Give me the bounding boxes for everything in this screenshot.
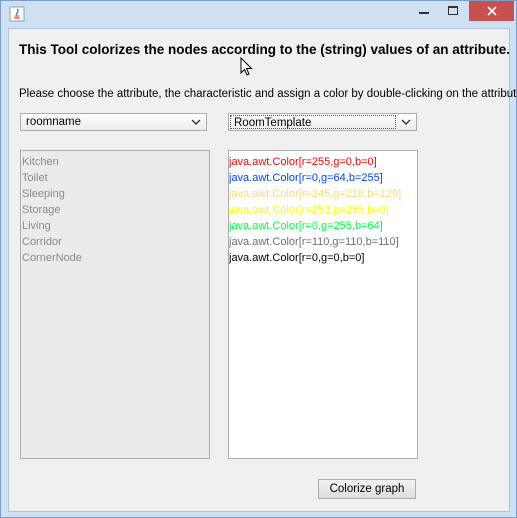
chevron-down-icon bbox=[401, 119, 411, 125]
colorize-graph-button[interactable]: Colorize graph bbox=[318, 479, 416, 499]
close-icon bbox=[486, 6, 497, 16]
app-window: This Tool colorizes the nodes according … bbox=[0, 0, 517, 518]
color-list-item[interactable]: java.awt.Color[r=255,g=0,b=0] bbox=[229, 154, 417, 170]
instruction-text: Please choose the attribute, the charact… bbox=[19, 88, 517, 100]
list-item[interactable]: Storage bbox=[21, 202, 209, 218]
chevron-down-icon bbox=[191, 119, 201, 125]
color-list-item[interactable]: java.awt.Color[r=110,g=110,b=110] bbox=[229, 234, 417, 250]
java-icon bbox=[9, 6, 25, 22]
dialog-content: This Tool colorizes the nodes according … bbox=[8, 28, 517, 512]
dialog-heading: This Tool colorizes the nodes according … bbox=[19, 42, 511, 57]
maximize-icon bbox=[447, 6, 458, 15]
title-bar[interactable] bbox=[1, 1, 516, 27]
list-item[interactable]: Living bbox=[21, 218, 209, 234]
minimize-icon bbox=[418, 12, 429, 14]
list-item[interactable]: Toilet bbox=[21, 170, 209, 186]
color-list-item[interactable]: java.awt.Color[r=0,g=255,b=64] bbox=[229, 218, 417, 234]
color-list-item[interactable]: java.awt.Color[r=253,g=255,b=0] bbox=[229, 202, 417, 218]
maximize-button[interactable] bbox=[439, 1, 466, 21]
attribute-values-list[interactable]: Kitchen Toilet Sleeping Storage Living C… bbox=[20, 150, 210, 459]
list-item[interactable]: Corridor bbox=[21, 234, 209, 250]
attribute-dropdown-value: roomname bbox=[26, 116, 81, 128]
list-item[interactable]: Sleeping bbox=[21, 186, 209, 202]
minimize-button[interactable] bbox=[410, 1, 437, 21]
list-item[interactable]: CornerNode bbox=[21, 250, 209, 266]
attribute-dropdown[interactable]: roomname bbox=[20, 113, 207, 131]
color-list-item[interactable]: java.awt.Color[r=0,g=0,b=0] bbox=[229, 250, 417, 266]
color-list-item[interactable]: java.awt.Color[r=245,g=218,b=129] bbox=[229, 186, 417, 202]
mouse-cursor-icon bbox=[240, 57, 253, 76]
color-assignment-list[interactable]: java.awt.Color[r=255,g=0,b=0] java.awt.C… bbox=[228, 150, 418, 459]
list-item[interactable]: Kitchen bbox=[21, 154, 209, 170]
close-button[interactable] bbox=[469, 1, 514, 21]
color-list-item[interactable]: java.awt.Color[r=0,g=64,b=255] bbox=[229, 170, 417, 186]
characteristic-dropdown-value: RoomTemplate bbox=[230, 115, 396, 129]
characteristic-dropdown[interactable]: RoomTemplate bbox=[228, 113, 417, 131]
